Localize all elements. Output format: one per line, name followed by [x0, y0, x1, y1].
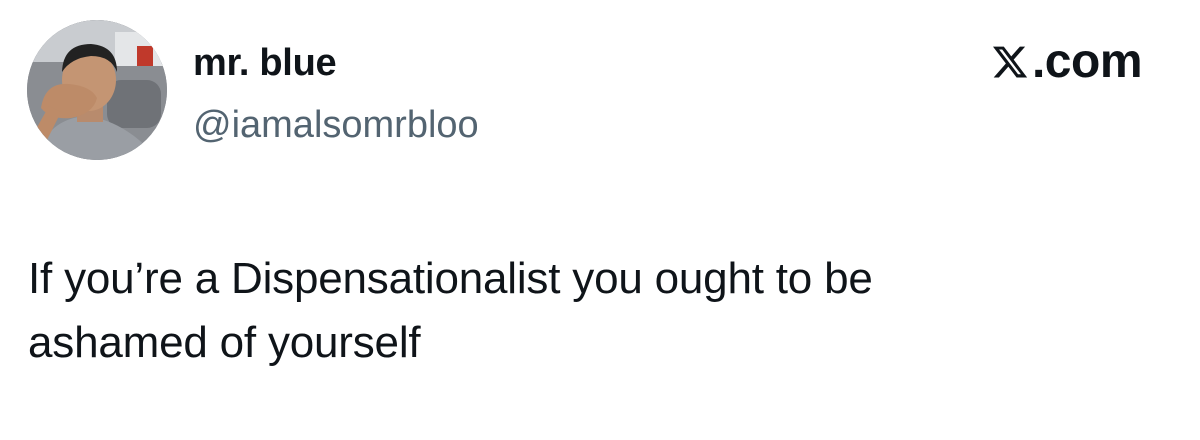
tweet-card: mr. blue @iamalsomrbloo .com If you’re a… — [0, 0, 1200, 440]
avatar[interactable] — [27, 20, 167, 160]
tweet-text: If you’re a Dispensationalist you ought … — [28, 254, 873, 367]
brand-watermark: .com — [990, 35, 1143, 88]
x-logo-icon — [992, 46, 1028, 78]
user-handle[interactable]: @iamalsomrbloo — [193, 102, 479, 148]
display-name[interactable]: mr. blue — [193, 40, 337, 86]
avatar-photo — [27, 20, 167, 160]
brand-domain-text: .com — [1031, 35, 1143, 88]
